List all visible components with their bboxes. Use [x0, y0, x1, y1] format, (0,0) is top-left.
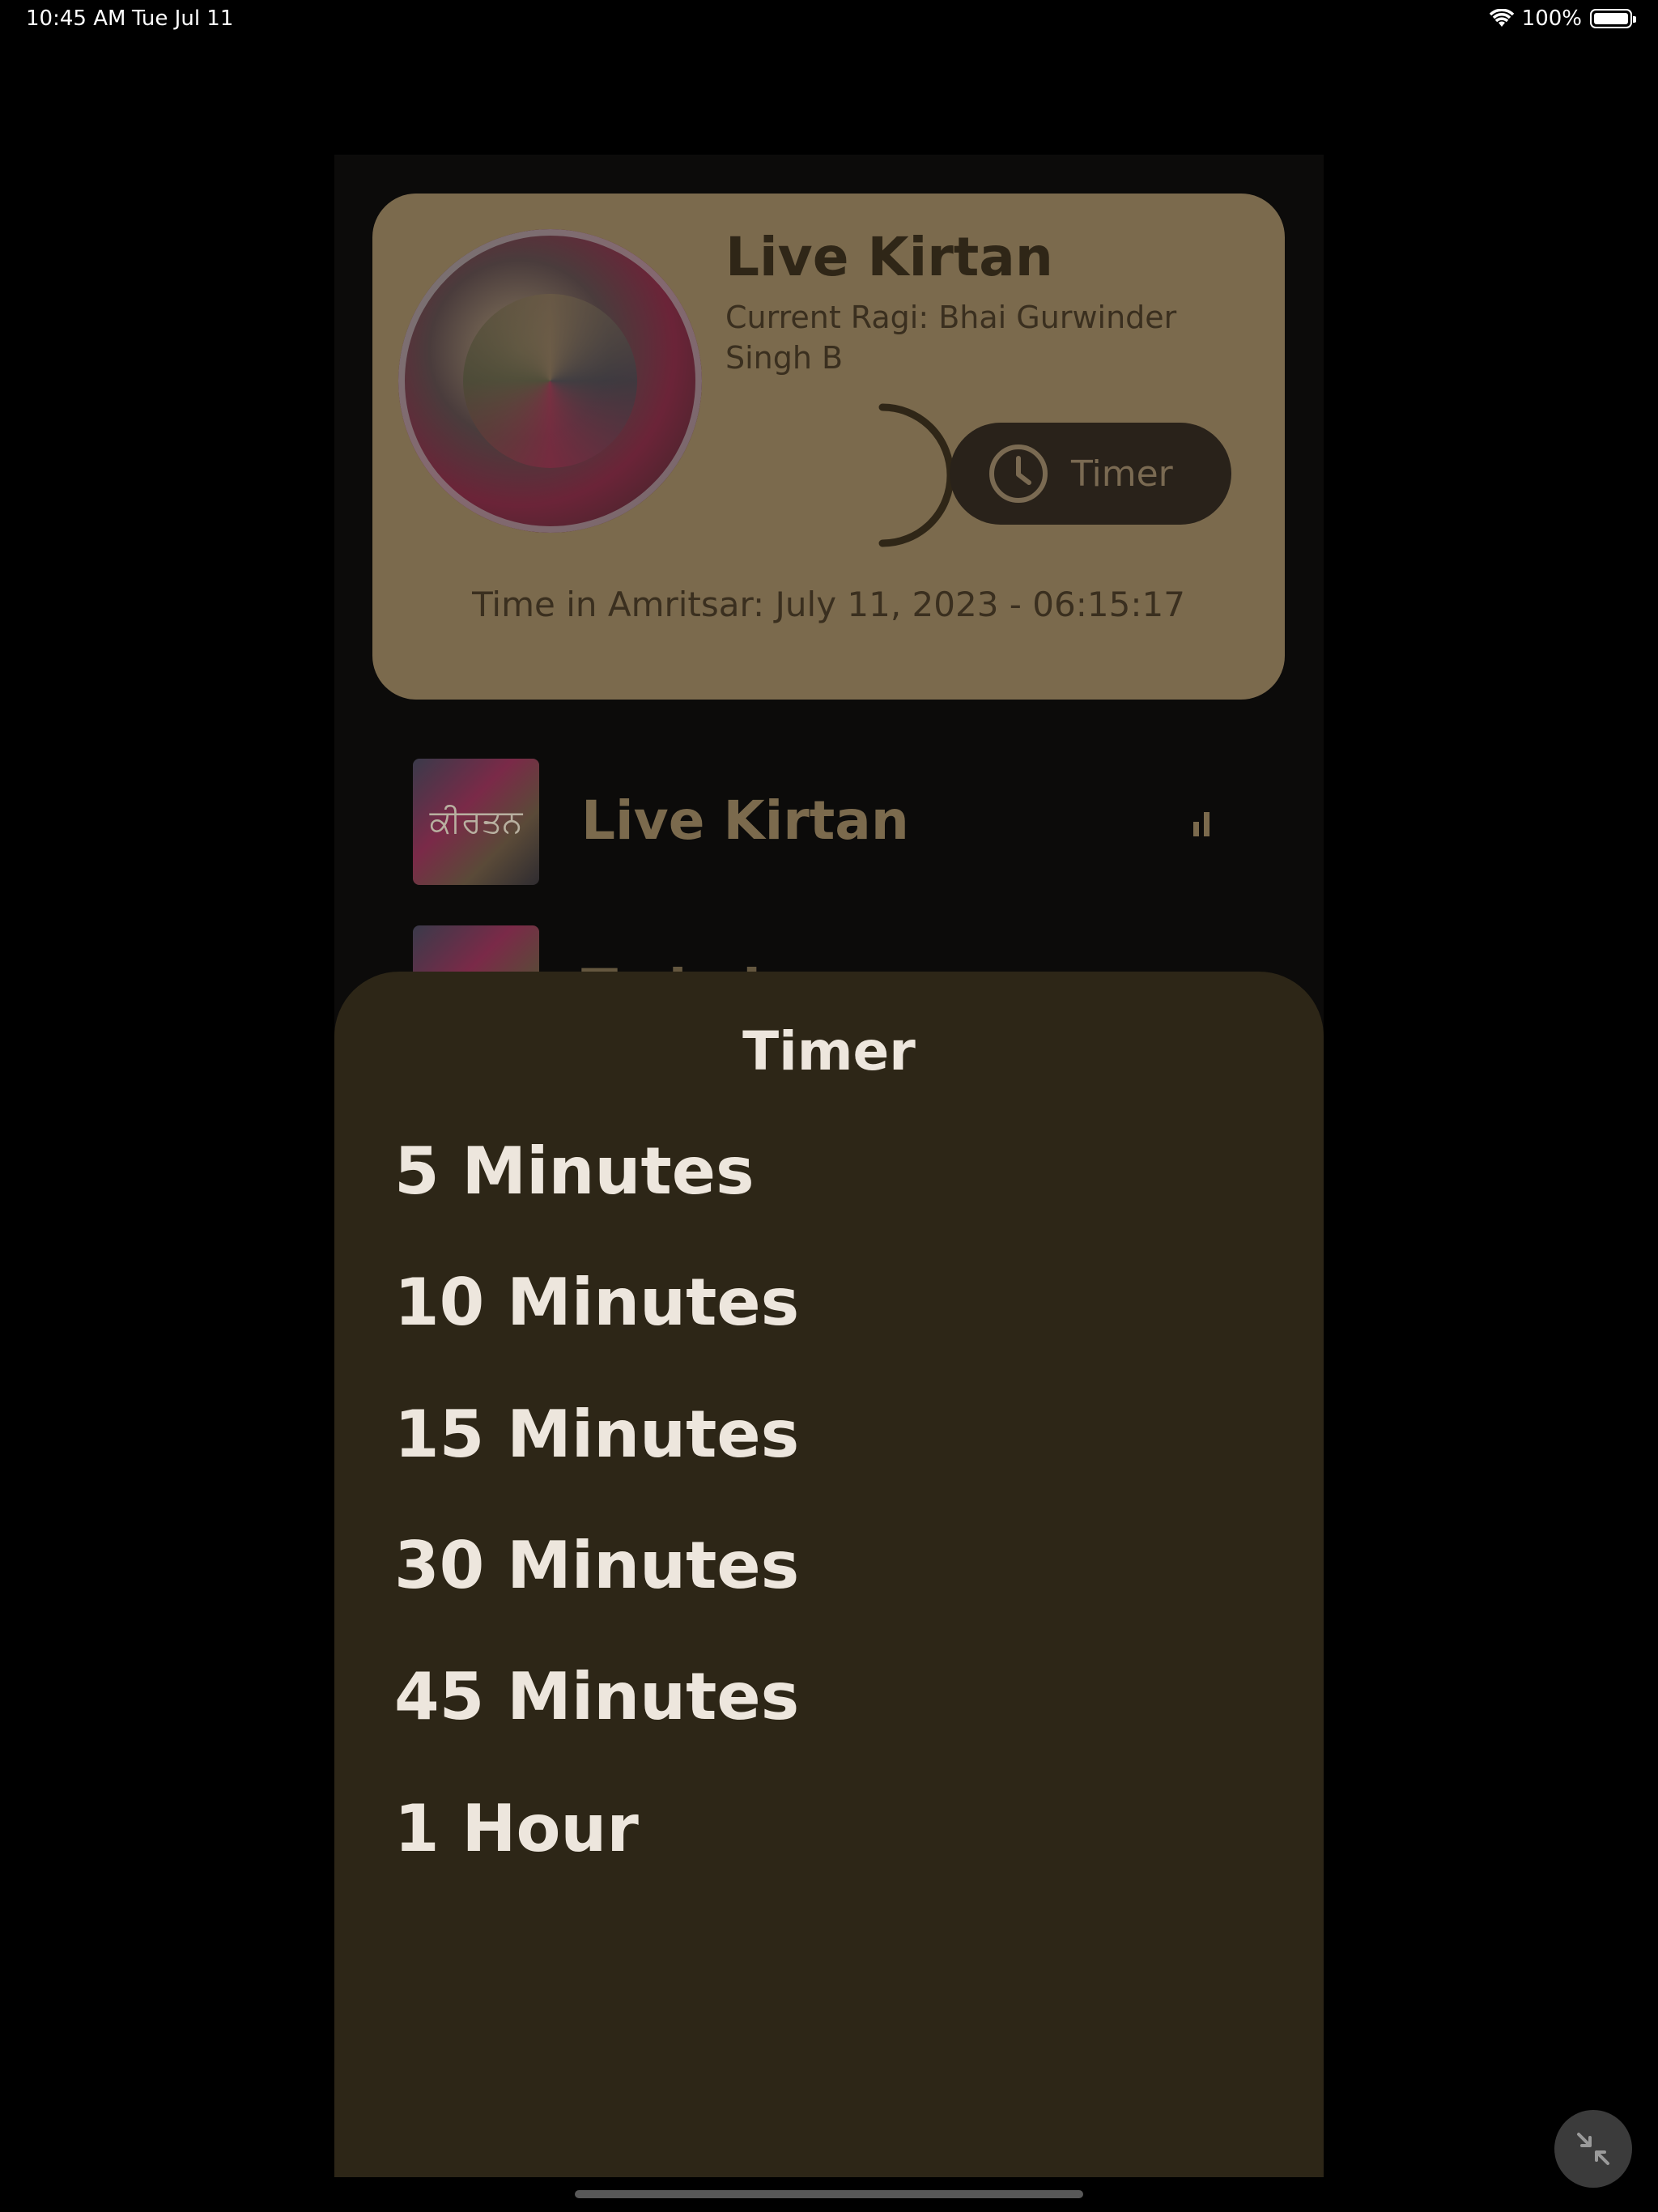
battery-percent: 100%: [1521, 6, 1582, 31]
collapse-button[interactable]: [1554, 2110, 1632, 2188]
home-indicator[interactable]: [575, 2190, 1083, 2198]
timer-option-1-hour[interactable]: 1 Hour: [394, 1791, 639, 1866]
station-thumbnail: [413, 925, 539, 974]
timer-sheet: Timer 5 Minutes 10 Minutes 15 Minutes 30…: [334, 972, 1324, 2177]
timer-sheet-title: Timer: [742, 1020, 916, 1083]
timer-button-label: Timer: [1071, 453, 1173, 495]
station-thumbnail: ਕੀਰਤਨ: [413, 759, 539, 885]
station-artwork: [398, 229, 702, 533]
battery-icon: [1590, 9, 1636, 28]
status-date: Tue Jul 11: [132, 6, 234, 31]
loading-spinner-icon: [878, 403, 954, 547]
clock-icon: [989, 445, 1048, 503]
station-title: Live Kirtan: [581, 789, 909, 852]
wifi-icon: [1489, 9, 1514, 27]
timer-option-30-minutes[interactable]: 30 Minutes: [394, 1528, 799, 1603]
station-row[interactable]: Tu hai: [413, 925, 1261, 974]
timer-button[interactable]: Timer: [950, 423, 1231, 525]
timer-option-10-minutes[interactable]: 10 Minutes: [394, 1265, 799, 1340]
timer-option-5-minutes[interactable]: 5 Minutes: [394, 1134, 755, 1209]
station-row[interactable]: ਕੀਰਤਨ Live Kirtan: [413, 759, 1261, 888]
now-playing-title: Live Kirtan: [725, 226, 1053, 288]
amritsar-time: Time in Amritsar: July 11, 2023 - 06:15:…: [472, 585, 1185, 624]
artwork-ring: [398, 229, 702, 533]
current-ragi-text: Current Ragi: Bhai Gurwinder Singh B: [725, 300, 1177, 376]
status-right: 100%: [1489, 6, 1636, 31]
timer-option-15-minutes[interactable]: 15 Minutes: [394, 1397, 799, 1472]
now-playing-card: Live Kirtan Current Ragi: Bhai Gurwinder…: [372, 194, 1285, 700]
collapse-arrows-icon: [1577, 2133, 1609, 2165]
timer-option-45-minutes[interactable]: 45 Minutes: [394, 1659, 799, 1734]
equalizer-icon: [1193, 812, 1209, 836]
status-time: 10:45 AM: [26, 6, 126, 31]
status-bar: 10:45 AM Tue Jul 11 100%: [0, 0, 1658, 40]
thumbnail-text: ਕੀਰਤਨ: [429, 803, 523, 840]
